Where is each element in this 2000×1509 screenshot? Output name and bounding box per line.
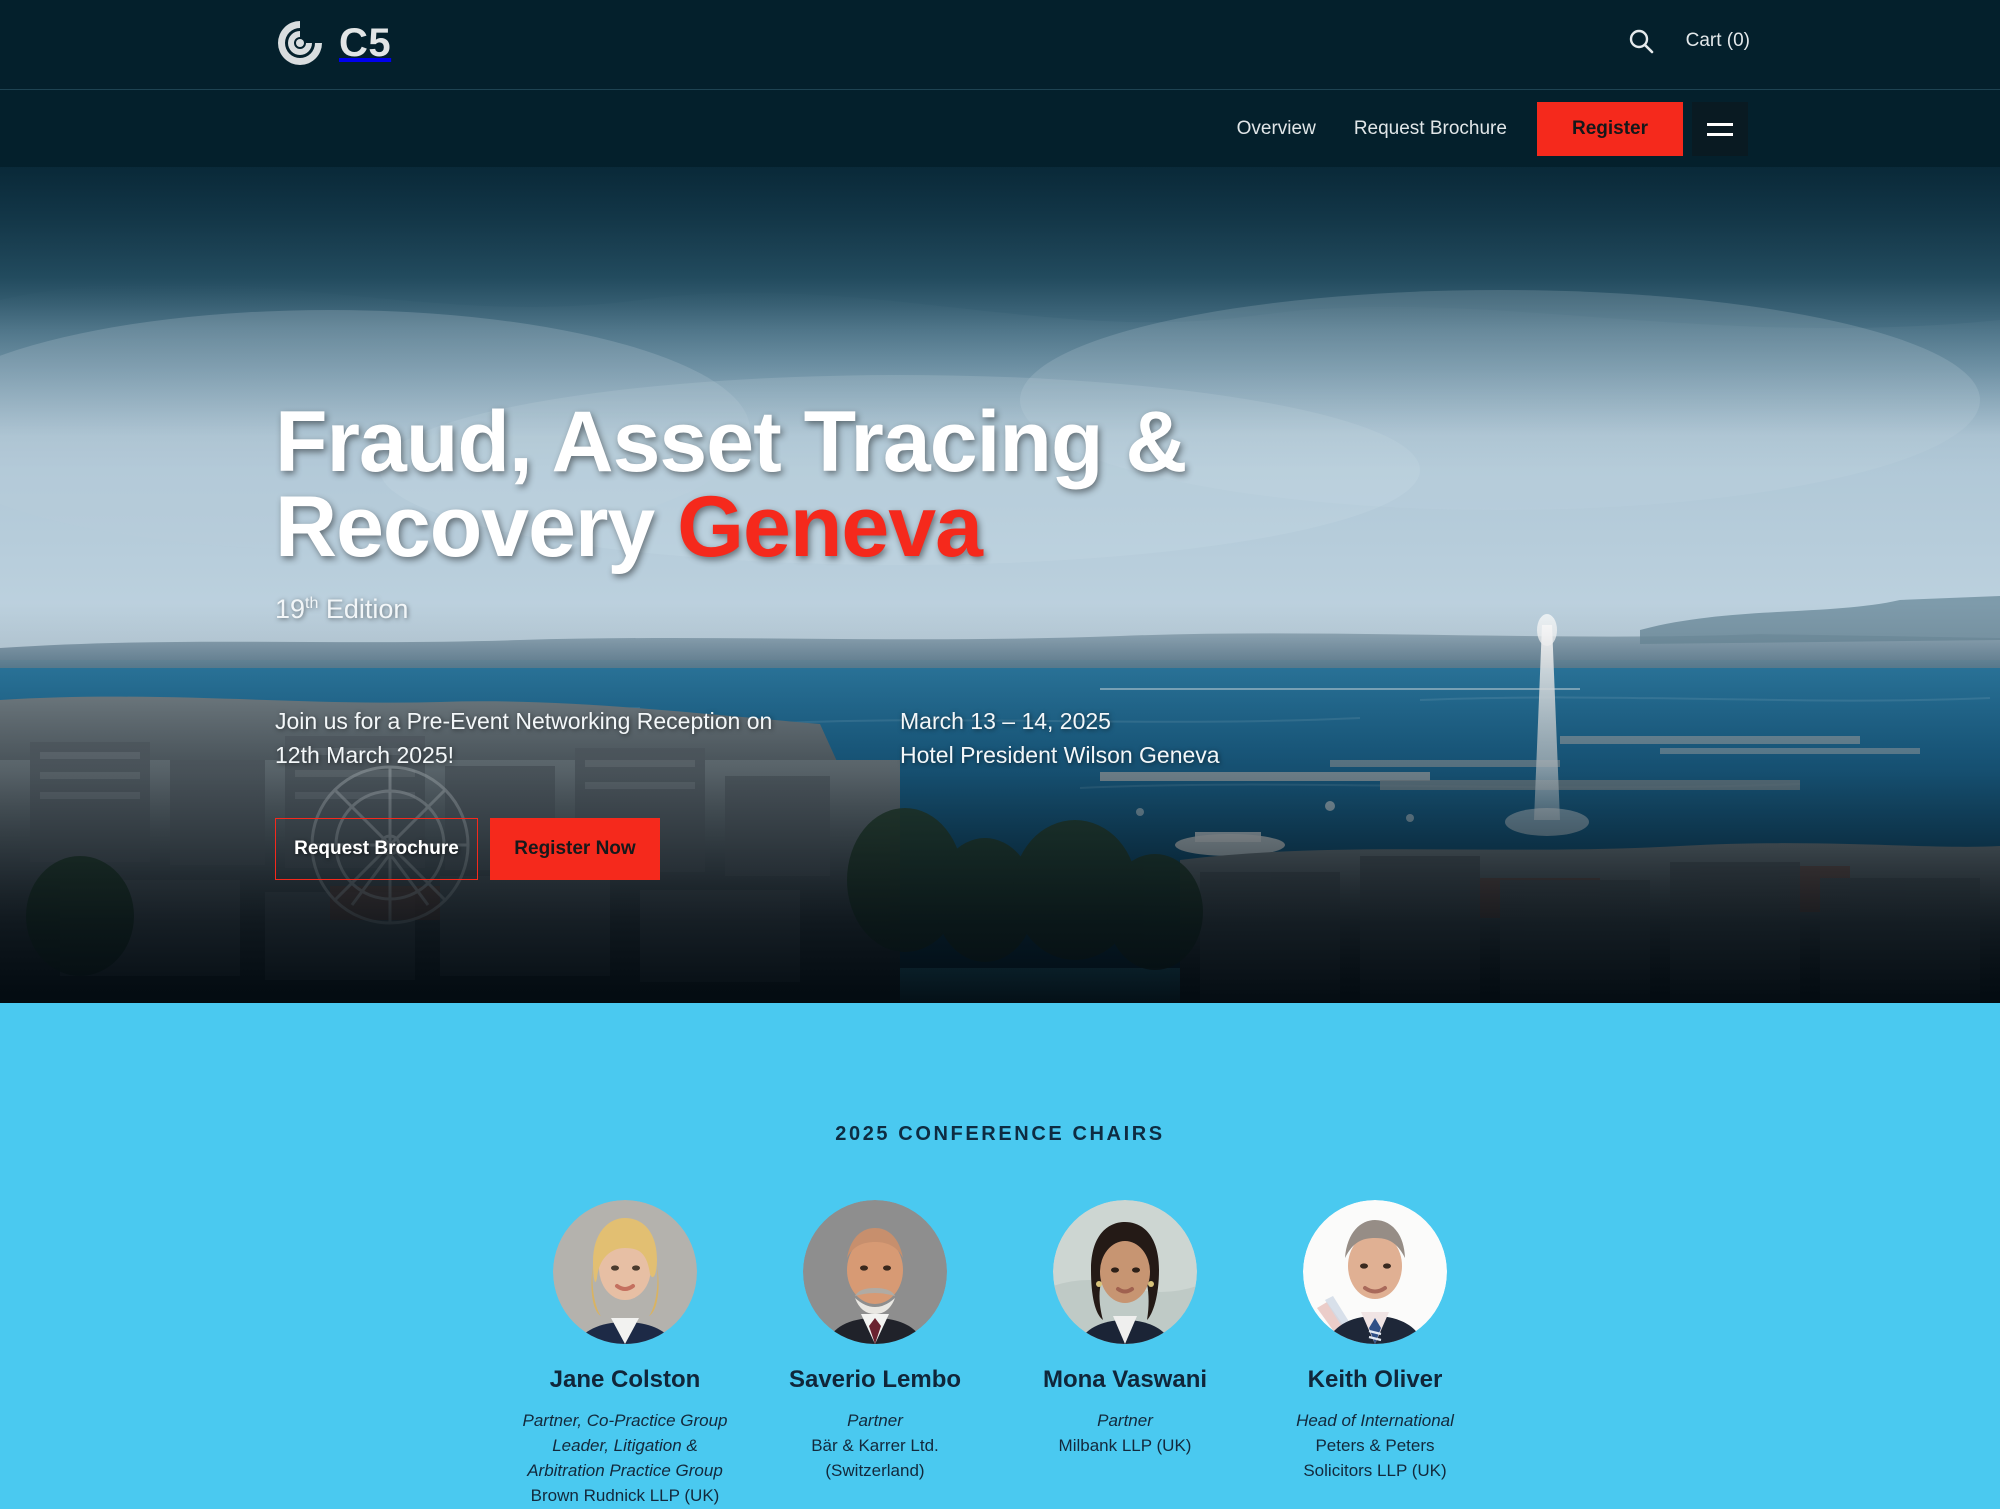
- edition-word: Edition: [318, 594, 409, 625]
- hero-detail-columns: Join us for a Pre-Event Networking Recep…: [275, 705, 1725, 772]
- cart-link[interactable]: Cart (0): [1686, 30, 1750, 52]
- portrait-saverio-lembo: [803, 1200, 947, 1344]
- chair-card[interactable]: Mona Vaswani Partner Milbank LLP (UK): [1000, 1200, 1250, 1509]
- edition-number: 19: [275, 594, 306, 625]
- hamburger-menu-icon[interactable]: [1692, 102, 1748, 156]
- chair-firm-line: (Switzerland): [825, 1461, 925, 1481]
- hamburger-bar-bottom: [1707, 132, 1733, 136]
- topbar-actions: Cart (0): [1628, 28, 1750, 54]
- reception-line-1: Join us for a Pre-Event Networking Recep…: [275, 708, 773, 735]
- hero-content: Fraud, Asset Tracing & Recovery Geneva 1…: [275, 399, 1725, 880]
- portrait-keith-oliver: [1303, 1200, 1447, 1344]
- chair-card[interactable]: Jane Colston Partner, Co-Practice Group …: [500, 1200, 750, 1509]
- chair-firm-line: Brown Rudnick LLP (UK): [530, 1486, 720, 1506]
- chair-name: Mona Vaswani: [1042, 1366, 1208, 1393]
- nav-item-overview[interactable]: Overview: [1237, 118, 1316, 140]
- nav-item-request-brochure[interactable]: Request Brochure: [1354, 118, 1507, 140]
- chair-title-line: Partner: [1097, 1411, 1153, 1430]
- chair-firm-line: Peters & Peters: [1315, 1436, 1435, 1456]
- portrait-mona-vaswani: [1053, 1200, 1197, 1344]
- brand-name: C5: [339, 21, 392, 65]
- chair-name: Saverio Lembo: [788, 1366, 962, 1393]
- reception-line-2: 12th March 2025!: [275, 741, 455, 768]
- top-utility-bar: C5 Cart (0): [0, 0, 2000, 90]
- hero-reception-column: Join us for a Pre-Event Networking Recep…: [275, 705, 900, 772]
- search-icon[interactable]: [1628, 28, 1654, 54]
- request-brochure-button[interactable]: Request Brochure: [275, 817, 478, 880]
- event-dates: March 13 – 14, 2025: [900, 708, 1111, 735]
- hero-title-line1: Fraud, Asset Tracing &: [275, 394, 1187, 490]
- chair-firm-line: Bär & Karrer Ltd.: [811, 1436, 939, 1456]
- hamburger-bar-top: [1707, 122, 1733, 126]
- secondary-nav: Overview Request Brochure Register: [0, 91, 2000, 167]
- chair-firm-line: Milbank LLP (UK): [1058, 1436, 1192, 1456]
- chair-name: Keith Oliver: [1307, 1366, 1443, 1393]
- portrait-jane-colston: [553, 1200, 697, 1344]
- edition-suffix: th: [305, 595, 319, 613]
- chair-title-line: Arbitration Practice Group: [527, 1461, 723, 1481]
- conference-chairs-section: 2025 CONFERENCE CHAIRS Jane Colston Part…: [0, 1003, 2000, 1505]
- page-title: Fraud, Asset Tracing & Recovery Geneva: [275, 399, 1275, 570]
- hero-cta-group: Request Brochure Register Now: [275, 817, 1725, 880]
- hero-event-info-column: March 13 – 14, 2025 Hotel President Wils…: [900, 705, 1500, 772]
- hero-title-line2: Recovery: [275, 479, 678, 576]
- chairs-heading: 2025 CONFERENCE CHAIRS: [835, 1123, 1165, 1145]
- chair-title-line: Partner, Co-Practice Group: [522, 1411, 728, 1430]
- chair-title-line: Partner: [847, 1411, 903, 1430]
- hero-title-accent: Geneva: [677, 479, 983, 576]
- chair-firm-line: Solicitors LLP (UK): [1303, 1461, 1447, 1481]
- hero-edition: 19th Edition: [275, 594, 1725, 625]
- event-venue: Hotel President Wilson Geneva: [900, 741, 1220, 768]
- chair-card[interactable]: Keith Oliver Head of International Peter…: [1250, 1200, 1500, 1509]
- brand-logo-link[interactable]: C5: [275, 18, 391, 68]
- chair-title-line: Leader, Litigation &: [552, 1436, 698, 1456]
- chair-name: Jane Colston: [549, 1366, 701, 1393]
- register-now-button[interactable]: Register Now: [490, 817, 660, 880]
- chairs-row: Jane Colston Partner, Co-Practice Group …: [0, 1200, 2000, 1509]
- nav-register-button[interactable]: Register: [1536, 102, 1683, 156]
- c5-spiral-logo-icon: [278, 21, 322, 65]
- chair-title-line: Head of International: [1296, 1411, 1454, 1430]
- chair-card[interactable]: Saverio Lembo Partner Bär & Karrer Ltd. …: [750, 1200, 1000, 1509]
